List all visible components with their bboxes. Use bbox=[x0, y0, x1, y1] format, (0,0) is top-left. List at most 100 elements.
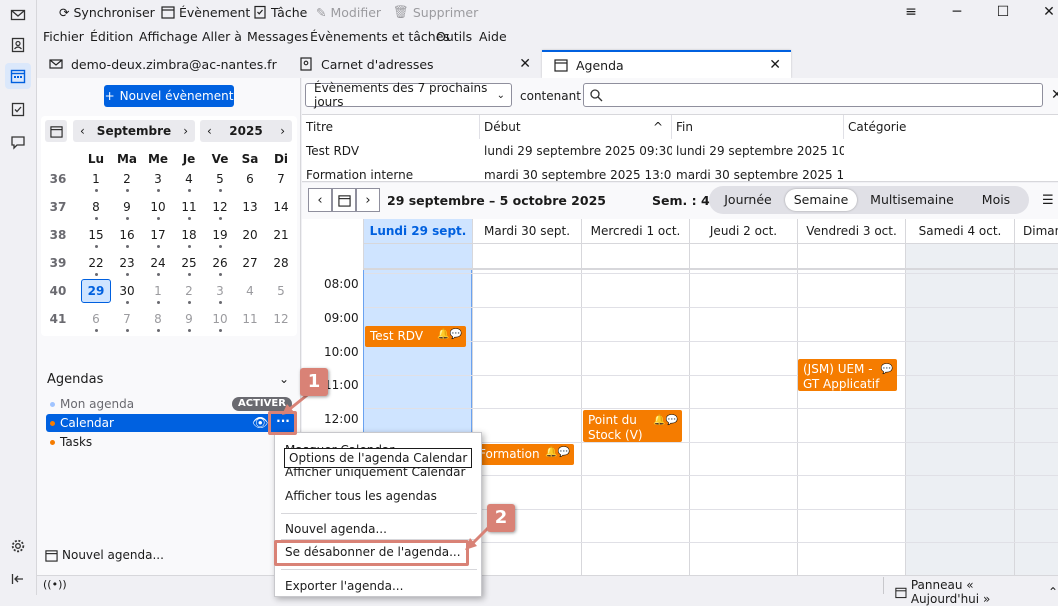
week-number[interactable]: 36 bbox=[43, 170, 73, 188]
next-month-icon[interactable]: › bbox=[183, 124, 188, 138]
new-agenda-button[interactable]: Nouvel agenda... bbox=[45, 548, 164, 562]
prev-year-icon[interactable]: ‹ bbox=[207, 124, 212, 138]
menu-edition[interactable]: Édition bbox=[90, 29, 133, 44]
day-column[interactable] bbox=[797, 270, 905, 575]
new-event-button[interactable]: + Nouvel évènement bbox=[104, 85, 234, 107]
settings-gear-icon[interactable] bbox=[5, 533, 31, 559]
menu-item-new-agenda[interactable]: Nouvel agenda... bbox=[285, 522, 387, 536]
week-number[interactable]: 41 bbox=[43, 310, 73, 328]
view-tab-month[interactable]: Mois bbox=[967, 189, 1025, 211]
close-icon[interactable]: ✕ bbox=[1051, 87, 1058, 103]
view-options-icon[interactable]: ☰ bbox=[1042, 193, 1054, 208]
allday-cell[interactable] bbox=[581, 244, 689, 270]
view-tab-multiweek[interactable]: Multisemaine bbox=[863, 189, 961, 211]
search-input[interactable] bbox=[583, 83, 1043, 107]
minimonth-day[interactable]: 4 bbox=[235, 282, 265, 300]
day-header[interactable]: Vendredi 3 oct. bbox=[797, 219, 905, 244]
calendar-item-tasks[interactable]: Tasks bbox=[46, 433, 296, 451]
minimonth-day[interactable]: 13 bbox=[235, 198, 265, 216]
menu-aide[interactable]: Aide bbox=[479, 29, 507, 44]
column-header-categorie[interactable]: Catégorie bbox=[844, 115, 1058, 139]
minimonth-day[interactable]: 25 bbox=[174, 254, 204, 272]
day-header[interactable]: Jeudi 2 oct. bbox=[689, 219, 797, 244]
view-tab-week[interactable]: Semaine bbox=[785, 189, 857, 211]
minimonth-day[interactable]: 15 bbox=[81, 226, 111, 244]
allday-cell[interactable] bbox=[905, 244, 1014, 270]
mail-icon[interactable] bbox=[5, 2, 31, 28]
previous-week-icon[interactable]: ‹ bbox=[308, 188, 332, 212]
minimonth-day[interactable]: 11 bbox=[174, 198, 204, 216]
minimonth-day[interactable]: 2 bbox=[112, 170, 142, 188]
minimonth-day[interactable]: 3 bbox=[205, 282, 235, 300]
column-header-titre[interactable]: Titre bbox=[302, 115, 480, 139]
minimonth-day[interactable]: 9 bbox=[112, 198, 142, 216]
minimonth-day[interactable]: 19 bbox=[205, 226, 235, 244]
allday-cell[interactable] bbox=[363, 244, 472, 270]
eye-icon[interactable]: 👁 bbox=[252, 416, 269, 431]
minimonth-day[interactable]: 7 bbox=[266, 170, 296, 188]
minimonth-day[interactable]: 5 bbox=[205, 170, 235, 188]
tab-mail[interactable]: demo-deux.zimbra@ac-nantes.fr bbox=[37, 50, 287, 78]
event-formation[interactable]: Formation 🔔💬 bbox=[474, 444, 574, 465]
edit-button[interactable]: ✎ Modifier bbox=[316, 2, 381, 22]
week-number[interactable]: 38 bbox=[43, 226, 73, 244]
menu-messages[interactable]: Messages bbox=[247, 29, 308, 44]
minimize-button[interactable]: ─ bbox=[934, 0, 980, 24]
tab-address-book[interactable]: Carnet d'adresses ✕ bbox=[287, 50, 541, 78]
event-point-du-stock[interactable]: Point du Stock (V) 🔔💬 bbox=[583, 410, 682, 442]
hamburger-menu-icon[interactable]: ≡ bbox=[888, 0, 934, 24]
minimonth-day[interactable]: 9 bbox=[174, 310, 204, 328]
minimonth-day[interactable]: 20 bbox=[235, 226, 265, 244]
address-book-icon[interactable] bbox=[5, 32, 31, 58]
minimonth-day[interactable]: 12 bbox=[205, 198, 235, 216]
week-number[interactable]: 40 bbox=[43, 282, 73, 300]
new-event-toolbar-button[interactable]: Évènement bbox=[161, 2, 250, 22]
chat-icon[interactable] bbox=[5, 129, 31, 155]
day-header[interactable]: Samedi 4 oct. bbox=[905, 219, 1014, 244]
column-header-debut[interactable]: Début ^ bbox=[480, 115, 672, 139]
minimonth-day[interactable]: 14 bbox=[266, 198, 296, 216]
minimonth-day[interactable]: 8 bbox=[143, 310, 173, 328]
allday-cell[interactable] bbox=[797, 244, 905, 270]
week-number[interactable]: 39 bbox=[43, 254, 73, 272]
minimonth-day[interactable]: 29 bbox=[81, 279, 111, 303]
minimonth-day[interactable]: 1 bbox=[81, 170, 111, 188]
menu-evenements-taches[interactable]: Évènements et tâches bbox=[310, 29, 450, 44]
menu-item-show-all-agendas[interactable]: Afficher tous les agendas bbox=[285, 489, 437, 503]
minimonth-day[interactable]: 22 bbox=[81, 254, 111, 272]
allday-cell[interactable] bbox=[689, 244, 797, 270]
event-jsm-uem[interactable]: (JSM) UEM - GT Applicatif 💬 bbox=[798, 359, 897, 391]
menu-affichage[interactable]: Affichage bbox=[139, 29, 198, 44]
menu-item-export[interactable]: Exporter l'agenda... bbox=[285, 579, 403, 593]
column-header-fin[interactable]: Fin bbox=[672, 115, 844, 139]
close-tab-icon[interactable]: ✕ bbox=[519, 56, 531, 72]
minimonth-day[interactable]: 8 bbox=[81, 198, 111, 216]
week-number[interactable]: 37 bbox=[43, 198, 73, 216]
day-column[interactable] bbox=[689, 270, 797, 575]
allday-cell[interactable] bbox=[472, 244, 581, 270]
day-header[interactable]: Mercredi 1 oct. bbox=[581, 219, 689, 244]
next-week-icon[interactable]: › bbox=[356, 188, 380, 212]
close-tab-icon[interactable]: ✕ bbox=[769, 57, 781, 73]
minimonth-day[interactable]: 26 bbox=[205, 254, 235, 272]
day-column[interactable] bbox=[905, 270, 1014, 575]
minimonth-day[interactable]: 6 bbox=[235, 170, 265, 188]
maximize-button[interactable]: ☐ bbox=[980, 0, 1026, 24]
event-test-rdv[interactable]: Test RDV 🔔💬 bbox=[365, 326, 466, 347]
minimonth-day[interactable]: 12 bbox=[266, 310, 296, 328]
minimonth-day[interactable]: 17 bbox=[143, 226, 173, 244]
new-task-toolbar-button[interactable]: Tâche bbox=[253, 2, 307, 22]
online-status-icon[interactable]: ((•)) bbox=[43, 578, 67, 591]
minimonth-day[interactable]: 4 bbox=[174, 170, 204, 188]
sync-button[interactable]: ⟳ Synchroniser bbox=[59, 2, 155, 22]
menu-outils[interactable]: Outils bbox=[436, 29, 472, 44]
minimonth-day[interactable]: 5 bbox=[266, 282, 296, 300]
menu-fichier[interactable]: Fichier bbox=[43, 29, 84, 44]
day-header[interactable]: Lundi 29 sept. bbox=[363, 219, 472, 244]
delete-button[interactable]: 🗑 Supprimer bbox=[393, 2, 478, 22]
minimonth-day[interactable]: 18 bbox=[174, 226, 204, 244]
tasks-icon[interactable] bbox=[5, 96, 31, 122]
minimonth-day[interactable]: 7 bbox=[112, 310, 142, 328]
minimonth-day[interactable]: 27 bbox=[235, 254, 265, 272]
prev-month-icon[interactable]: ‹ bbox=[80, 124, 85, 138]
